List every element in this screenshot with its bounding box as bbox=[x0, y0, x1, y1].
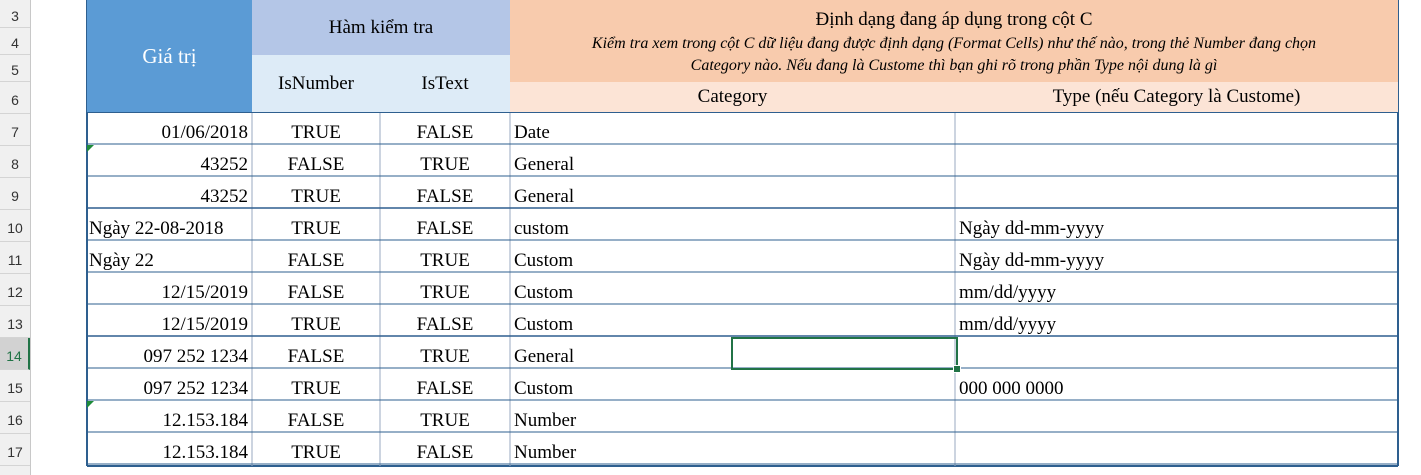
row-header-column: 3 4 5 6 7 8 9 10 11 12 13 14 15 16 17 bbox=[0, 0, 31, 475]
cell-istext[interactable]: FALSE bbox=[380, 213, 510, 245]
header-dinh-dang[interactable]: Định dạng đang áp dụng trong cột C Kiểm … bbox=[510, 0, 1398, 82]
header-type-label: Type (nếu Category là Custome) bbox=[1052, 86, 1301, 107]
header-gia-tri-label: Giá trị bbox=[142, 43, 197, 68]
cell-isnumber[interactable]: FALSE bbox=[252, 277, 380, 309]
cell-type[interactable] bbox=[955, 405, 1398, 437]
selected-cell[interactable] bbox=[731, 337, 958, 370]
cell-istext[interactable]: FALSE bbox=[380, 373, 510, 405]
row-number[interactable]: 14 bbox=[0, 338, 30, 370]
cell-category[interactable]: Date bbox=[510, 117, 955, 149]
cell-type[interactable] bbox=[955, 437, 1398, 469]
row-number[interactable]: 16 bbox=[0, 402, 30, 434]
cell-istext[interactable]: FALSE bbox=[380, 181, 510, 213]
row-number[interactable]: 17 bbox=[0, 434, 30, 466]
cell-value[interactable]: 12/15/2019 bbox=[87, 309, 252, 341]
cell-category[interactable]: Number bbox=[510, 405, 955, 437]
column-a-blank bbox=[31, 0, 87, 475]
fill-handle[interactable] bbox=[953, 365, 961, 373]
cell-isnumber[interactable]: FALSE bbox=[252, 149, 380, 181]
row-number[interactable]: 4 bbox=[0, 28, 30, 55]
cell-category[interactable]: Custom bbox=[510, 277, 955, 309]
row-number[interactable]: 3 bbox=[0, 0, 30, 28]
header-istext[interactable]: IsText bbox=[380, 55, 510, 112]
cell-istext[interactable]: TRUE bbox=[380, 245, 510, 277]
cell-value[interactable]: Ngày 22-08-2018 bbox=[87, 213, 252, 245]
cell-type[interactable] bbox=[955, 149, 1398, 181]
cell-category[interactable]: Custom bbox=[510, 373, 955, 405]
cell-isnumber[interactable]: TRUE bbox=[252, 437, 380, 469]
cell-value[interactable]: 097 252 1234 bbox=[87, 373, 252, 405]
cell-type[interactable] bbox=[955, 117, 1398, 149]
header-gia-tri[interactable]: Giá trị bbox=[87, 0, 252, 112]
header-isnumber[interactable]: IsNumber bbox=[252, 55, 380, 112]
cell-value[interactable]: Ngày 22 bbox=[87, 245, 252, 277]
error-indicator-icon bbox=[87, 145, 94, 152]
cell-value[interactable]: 01/06/2018 bbox=[87, 117, 252, 149]
row-number[interactable]: 7 bbox=[0, 114, 30, 146]
cell-value[interactable]: 43252 bbox=[87, 149, 252, 181]
cell-istext[interactable]: FALSE bbox=[380, 437, 510, 469]
cell-category[interactable]: Custom bbox=[510, 245, 955, 277]
cell-category[interactable]: General bbox=[510, 149, 955, 181]
header-ham-kiem-tra-label: Hàm kiểm tra bbox=[328, 16, 434, 38]
row-number[interactable]: 12 bbox=[0, 274, 30, 306]
header-dinh-dang-note1: Kiểm tra xem trong cột C dữ liệu đang đư… bbox=[591, 35, 1317, 52]
cell-isnumber[interactable]: FALSE bbox=[252, 405, 380, 437]
row-number[interactable]: 13 bbox=[0, 306, 30, 338]
row-number[interactable]: 8 bbox=[0, 146, 30, 178]
cell-value[interactable]: 43252 bbox=[87, 181, 252, 213]
row-number[interactable]: 5 bbox=[0, 55, 30, 82]
cell-type[interactable]: 000 000 0000 bbox=[955, 373, 1398, 405]
cell-isnumber[interactable]: TRUE bbox=[252, 117, 380, 149]
cell-istext[interactable]: FALSE bbox=[380, 117, 510, 149]
header-category[interactable]: Category bbox=[510, 82, 955, 112]
row-number[interactable]: 10 bbox=[0, 210, 30, 242]
error-indicator-icon bbox=[87, 401, 94, 408]
row-number[interactable]: 9 bbox=[0, 178, 30, 210]
cell-istext[interactable]: TRUE bbox=[380, 149, 510, 181]
cell-istext[interactable]: FALSE bbox=[380, 309, 510, 341]
cell-value[interactable]: 097 252 1234 bbox=[87, 341, 252, 373]
header-ham-kiem-tra[interactable]: Hàm kiểm tra bbox=[252, 0, 510, 55]
cell-type[interactable] bbox=[955, 341, 1398, 373]
cell-istext[interactable]: TRUE bbox=[380, 341, 510, 373]
cell-type[interactable]: Ngày dd-mm-yyyy bbox=[955, 213, 1398, 245]
cell-isnumber[interactable]: TRUE bbox=[252, 309, 380, 341]
cell-value[interactable]: 12.153.184 bbox=[87, 437, 252, 469]
row-number[interactable]: 6 bbox=[0, 82, 30, 114]
header-category-label: Category bbox=[697, 86, 768, 107]
cell-category[interactable]: Number bbox=[510, 437, 955, 469]
row-number[interactable]: 11 bbox=[0, 242, 30, 274]
header-istext-label: IsText bbox=[421, 72, 469, 94]
cell-isnumber[interactable]: TRUE bbox=[252, 213, 380, 245]
cell-istext[interactable]: TRUE bbox=[380, 405, 510, 437]
cell-isnumber[interactable]: FALSE bbox=[252, 245, 380, 277]
header-isnumber-label: IsNumber bbox=[278, 72, 354, 94]
cell-type[interactable]: Ngày dd-mm-yyyy bbox=[955, 245, 1398, 277]
cell-category[interactable]: General bbox=[510, 181, 955, 213]
header-type[interactable]: Type (nếu Category là Custome) bbox=[955, 82, 1398, 112]
cell-isnumber[interactable]: FALSE bbox=[252, 341, 380, 373]
cell-value[interactable]: 12.153.184 bbox=[87, 405, 252, 437]
row-number[interactable]: 15 bbox=[0, 370, 30, 402]
cell-type[interactable] bbox=[955, 181, 1398, 213]
cell-type[interactable]: mm/dd/yyyy bbox=[955, 277, 1398, 309]
cell-istext[interactable]: TRUE bbox=[380, 277, 510, 309]
cell-category[interactable]: custom bbox=[510, 213, 955, 245]
cell-type[interactable]: mm/dd/yyyy bbox=[955, 309, 1398, 341]
header-dinh-dang-title: Định dạng đang áp dụng trong cột C bbox=[815, 9, 1093, 30]
cell-isnumber[interactable]: TRUE bbox=[252, 181, 380, 213]
cell-isnumber[interactable]: TRUE bbox=[252, 373, 380, 405]
header-dinh-dang-note2: Category nào. Nếu đang là Custome thì bạ… bbox=[690, 57, 1218, 74]
cell-value[interactable]: 12/15/2019 bbox=[87, 277, 252, 309]
